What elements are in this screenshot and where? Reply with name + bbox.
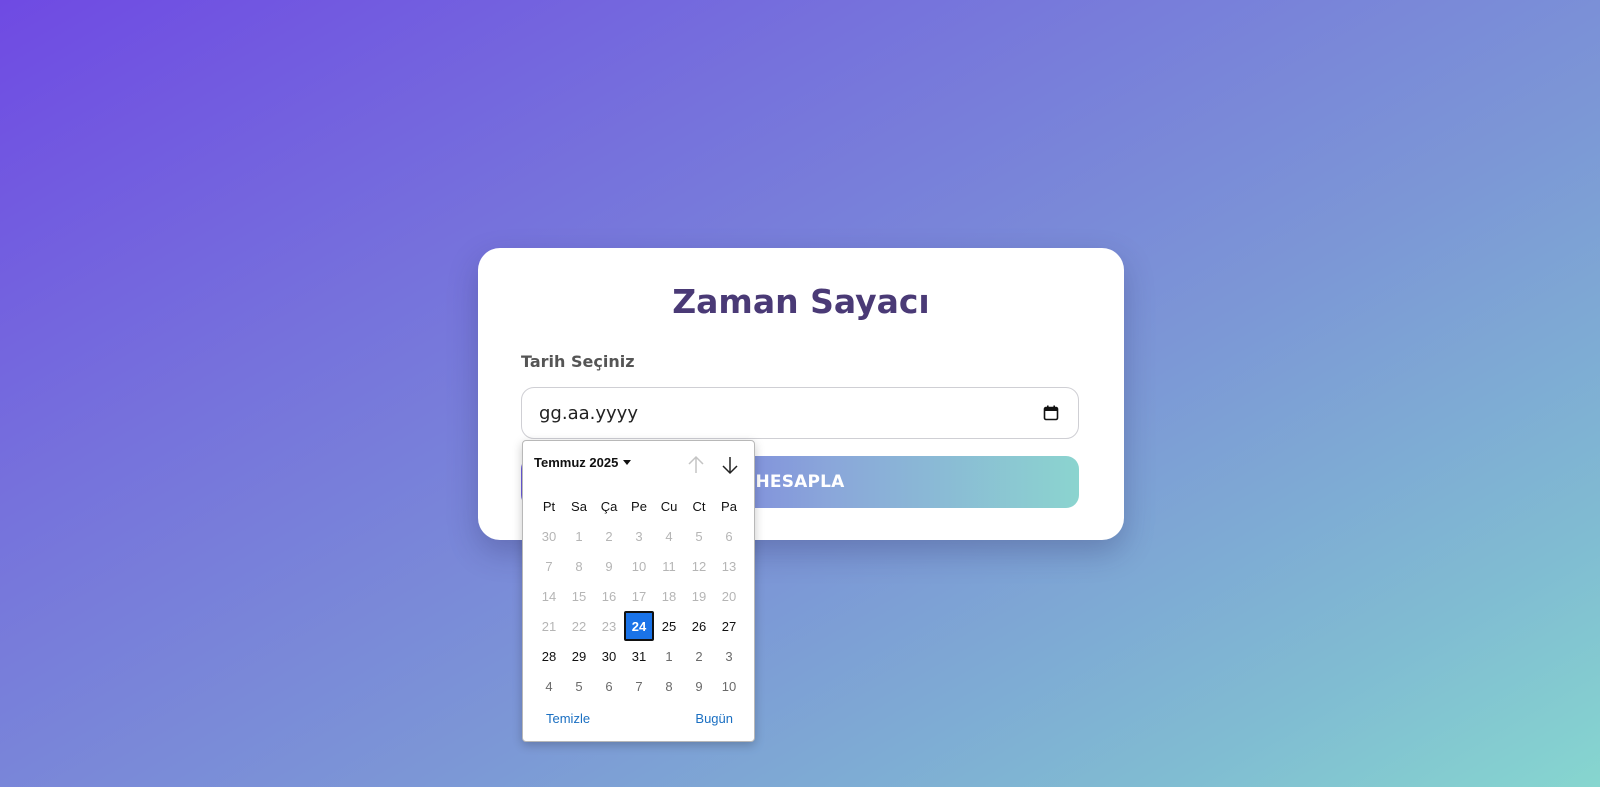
- day-cell[interactable]: 27: [714, 611, 744, 641]
- day-cell-next-month[interactable]: 7: [624, 671, 654, 701]
- day-cell[interactable]: 30: [594, 641, 624, 671]
- date-input[interactable]: gg.aa.yyyy: [521, 387, 1079, 439]
- day-cell-next-month[interactable]: 2: [684, 641, 714, 671]
- day-cell-disabled: 6: [725, 528, 733, 544]
- day-cell[interactable]: 31: [624, 641, 654, 671]
- day-cell-next-month[interactable]: 3: [714, 641, 744, 671]
- weekday-header: Pe: [631, 498, 647, 514]
- day-cell-next-month[interactable]: 6: [594, 671, 624, 701]
- month-selector[interactable]: Temmuz 2025: [534, 455, 632, 470]
- clear-button[interactable]: Temizle: [546, 711, 590, 726]
- day-cell-next-month[interactable]: 10: [714, 671, 744, 701]
- day-cell-selected[interactable]: 24: [624, 611, 654, 641]
- day-cell-disabled: 19: [691, 588, 707, 604]
- day-cell[interactable]: 28: [534, 641, 564, 671]
- day-cell-disabled: 17: [631, 588, 647, 604]
- day-cell-next-month[interactable]: 1: [654, 641, 684, 671]
- day-cell-disabled: 8: [575, 558, 583, 574]
- day-cell-disabled: 10: [631, 558, 647, 574]
- day-cell-disabled: 2: [605, 528, 613, 544]
- day-cell-disabled: 16: [601, 588, 617, 604]
- date-input-value: gg.aa.yyyy: [539, 403, 638, 424]
- day-cell-disabled: 18: [661, 588, 677, 604]
- day-cell-next-month[interactable]: 9: [684, 671, 714, 701]
- weekday-header: Ct: [692, 498, 706, 514]
- day-cell-disabled: 21: [541, 618, 557, 634]
- day-cell-disabled: 3: [635, 528, 643, 544]
- day-cell-disabled: 15: [571, 588, 587, 604]
- day-cell-next-month[interactable]: 8: [654, 671, 684, 701]
- caret-down-icon: [623, 460, 632, 465]
- day-cell[interactable]: 29: [564, 641, 594, 671]
- day-cell-disabled: 12: [691, 558, 707, 574]
- day-cell-disabled: 30: [541, 528, 557, 544]
- day-cell-disabled: 1: [575, 528, 583, 544]
- weekday-header: Ça: [600, 498, 618, 514]
- month-label: Temmuz 2025: [534, 455, 619, 470]
- day-cell-disabled: 4: [665, 528, 673, 544]
- today-button[interactable]: Bugün: [695, 711, 733, 726]
- day-cell-disabled: 14: [541, 588, 557, 604]
- day-cell[interactable]: 25: [654, 611, 684, 641]
- day-cell-disabled: 20: [721, 588, 737, 604]
- day-cell-disabled: 13: [721, 558, 737, 574]
- date-picker-popup: Temmuz 2025 Pt Sa Ça Pe Cu Ct Pa 30 1 2 …: [522, 440, 755, 742]
- weekday-header: Pa: [721, 498, 737, 514]
- date-field-label: Tarih Seçiniz: [521, 352, 635, 371]
- weekday-header: Pt: [542, 498, 556, 514]
- arrow-down-icon[interactable]: [719, 454, 741, 476]
- day-cell-disabled: 7: [545, 558, 553, 574]
- day-cell-next-month[interactable]: 4: [534, 671, 564, 701]
- page-title: Zaman Sayacı: [672, 282, 930, 321]
- day-grid: Pt Sa Ça Pe Cu Ct Pa 30 1 2 3 4 5 6 7 8 …: [534, 491, 744, 701]
- day-cell-next-month[interactable]: 5: [564, 671, 594, 701]
- day-cell-disabled: 9: [605, 558, 613, 574]
- day-cell[interactable]: 26: [684, 611, 714, 641]
- weekday-header: Sa: [571, 498, 587, 514]
- arrow-up-icon[interactable]: [685, 454, 707, 476]
- weekday-header: Cu: [660, 498, 678, 514]
- day-cell-disabled: 22: [571, 618, 587, 634]
- calendar-icon[interactable]: [1043, 405, 1059, 421]
- day-cell-disabled: 23: [601, 618, 617, 634]
- day-cell-disabled: 11: [662, 558, 676, 574]
- day-cell-disabled: 5: [695, 528, 703, 544]
